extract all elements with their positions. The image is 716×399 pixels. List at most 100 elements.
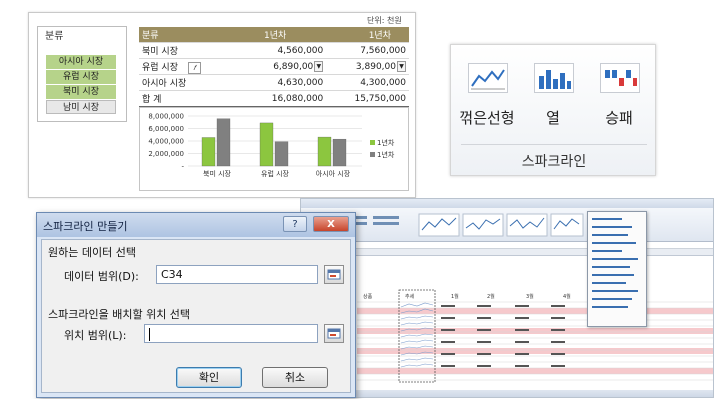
location-range-label: 위치 범위(L):	[64, 329, 127, 342]
cell-value: 3,890,00	[355, 62, 396, 72]
filter-title: 분류	[45, 31, 64, 42]
excel-header-product: 상품	[363, 293, 373, 300]
bar	[216, 118, 231, 167]
bar-chart-svg: 8,000,000 6,000,000 4,000,000 2,000,000 - 북미 …	[148, 113, 395, 179]
cell-value: 6,890,00	[273, 62, 314, 72]
section-title-location: 스파크라인을 배치할 위치 선택	[48, 308, 191, 321]
x-tick-label: 유럽 시장	[261, 169, 290, 178]
y-tick-label: 4,000,000	[148, 138, 184, 146]
sparkline-winloss-button[interactable]: 승패	[589, 59, 649, 139]
y-tick-label: 6,000,000	[148, 125, 184, 133]
table-total-row: 합 계 16,080,000 15,750,000	[139, 90, 409, 108]
column-header-category: 분류	[139, 27, 233, 43]
cell-value: 4,630,000	[232, 74, 327, 91]
market-bar-chart[interactable]: 8,000,000 6,000,000 4,000,000 2,000,000 - 북미 …	[139, 107, 409, 191]
excel-dropdown-menu	[587, 211, 647, 327]
filter-item-europe[interactable]: 유럽 시장	[46, 70, 116, 84]
cancel-button[interactable]: 취소	[262, 367, 328, 388]
excel-formula-bar	[301, 242, 713, 249]
row-label-cell: 유럽 시장 𝑓	[139, 58, 233, 75]
location-range-input[interactable]	[144, 324, 318, 343]
range-select-icon	[327, 328, 341, 339]
market-table-panel: 분류 아시아 시장 유럽 시장 북미 시장 남미 시장 단위: 천원 분류 1년…	[28, 12, 416, 198]
row-label: 유럽 시장	[142, 62, 178, 73]
bar	[317, 136, 332, 167]
sparkline-ribbon-group: 꺾은선형 열 승패 스파크라인	[450, 44, 656, 176]
bar	[201, 137, 216, 167]
excel-window-screenshot: 상품 추세 1월 2월 3월 4월	[300, 198, 714, 398]
data-range-label: 데이터 범위(D):	[64, 270, 139, 283]
sparkline-column-label: 열	[546, 109, 560, 127]
table-row: 북미 시장 4,560,000 7,560,000	[139, 42, 409, 59]
data-range-input[interactable]: C34	[156, 265, 318, 284]
sparkline-winloss-icon	[600, 63, 640, 93]
filter-item-north-america[interactable]: 북미 시장	[46, 85, 116, 99]
bar	[259, 122, 274, 167]
column-header-year1: 1년차	[232, 27, 327, 43]
sparkline-winloss-label: 승패	[605, 109, 633, 127]
excel-header-trend: 추세	[405, 293, 415, 300]
row-label: 북미 시장	[139, 42, 233, 59]
legend-label: 1년차	[377, 150, 395, 159]
y-tick-label: 2,000,000	[148, 150, 184, 158]
range-select-icon	[327, 269, 341, 280]
total-label: 합 계	[139, 90, 233, 108]
ribbon-group-label: 스파크라인	[521, 154, 587, 170]
filter-item-south-america[interactable]: 남미 시장	[46, 100, 116, 114]
close-button[interactable]: X	[313, 216, 349, 232]
cell-with-dropdown: 6,890,00 ▼	[232, 58, 327, 75]
sparkline-line-button[interactable]: 꺾은선형	[457, 59, 517, 139]
dropdown-arrow-icon[interactable]: ▼	[397, 61, 406, 72]
y-tick-label: 8,000,000	[148, 113, 184, 121]
text-cursor	[149, 327, 150, 341]
cell-value: 4,300,000	[326, 74, 409, 91]
collapse-dialog-button-location[interactable]	[324, 324, 344, 343]
excel-header-mar: 3월	[526, 293, 534, 300]
cell-with-dropdown: 3,890,00 ▼	[326, 58, 409, 75]
sparkline-column-icon	[534, 63, 574, 93]
filter-item-asia[interactable]: 아시아 시장	[46, 55, 116, 69]
excel-header-apr: 4월	[563, 293, 571, 300]
total-value: 16,080,000	[232, 90, 327, 108]
y-tick-label: -	[181, 163, 184, 171]
legend-swatch	[370, 152, 375, 157]
total-value: 15,750,000	[326, 90, 409, 108]
collapse-dialog-button[interactable]	[324, 265, 344, 284]
table-row: 유럽 시장 𝑓 6,890,00 ▼ 3,890,00 ▼	[139, 58, 409, 75]
dialog-body: 원하는 데이터 선택 데이터 범위(D): C34 스파크라인을 배치할 위치 …	[41, 239, 351, 393]
table-header-row: 분류 1년차 1년차	[139, 27, 409, 43]
ok-button[interactable]: 확인	[176, 367, 242, 388]
legend-label: 1년차	[377, 138, 395, 147]
excel-titlebar	[301, 199, 713, 208]
excel-header-jan: 1월	[451, 293, 459, 300]
excel-status-bar	[301, 390, 713, 397]
section-title-data: 원하는 데이터 선택	[48, 246, 136, 259]
sparkline-line-label: 꺾은선형	[459, 109, 515, 127]
x-tick-label: 아시아 시장	[316, 169, 351, 178]
bar	[274, 141, 289, 167]
sparkline-line-icon	[468, 63, 508, 93]
cell-value: 7,560,000	[326, 42, 409, 59]
table-row: 아시아 시장 4,630,000 4,300,000	[139, 74, 409, 91]
row-label: 아시아 시장	[139, 74, 233, 91]
dialog-title: 스파크라인 만들기	[43, 220, 128, 233]
unit-label: 단위: 천원	[367, 16, 402, 25]
market-data-table: 분류 1년차 1년차 북미 시장 4,560,000 7,560,000 유럽 …	[139, 27, 409, 108]
sparkline-column-button[interactable]: 열	[523, 59, 583, 139]
group-divider	[461, 144, 647, 145]
column-header-year2: 1년차	[326, 27, 409, 43]
chart-legend: 1년차1년차	[370, 138, 395, 159]
bar	[332, 138, 347, 167]
cell-value: 4,560,000	[232, 42, 327, 59]
chart-bars	[201, 118, 347, 167]
formula-icon[interactable]: 𝑓	[187, 61, 201, 74]
excel-sheet-grid: 상품 추세 1월 2월 3월 4월	[301, 256, 713, 390]
excel-sparkline-ribbon	[301, 208, 713, 242]
help-button[interactable]: ?	[283, 216, 307, 232]
legend-swatch	[370, 140, 375, 145]
dropdown-arrow-icon[interactable]: ▼	[314, 61, 324, 72]
x-tick-label: 북미 시장	[203, 169, 232, 178]
excel-header-feb: 2월	[487, 293, 495, 300]
excel-column-headers	[301, 249, 713, 256]
create-sparklines-dialog: 스파크라인 만들기 ? X 원하는 데이터 선택 데이터 범위(D): C34 …	[36, 212, 356, 398]
